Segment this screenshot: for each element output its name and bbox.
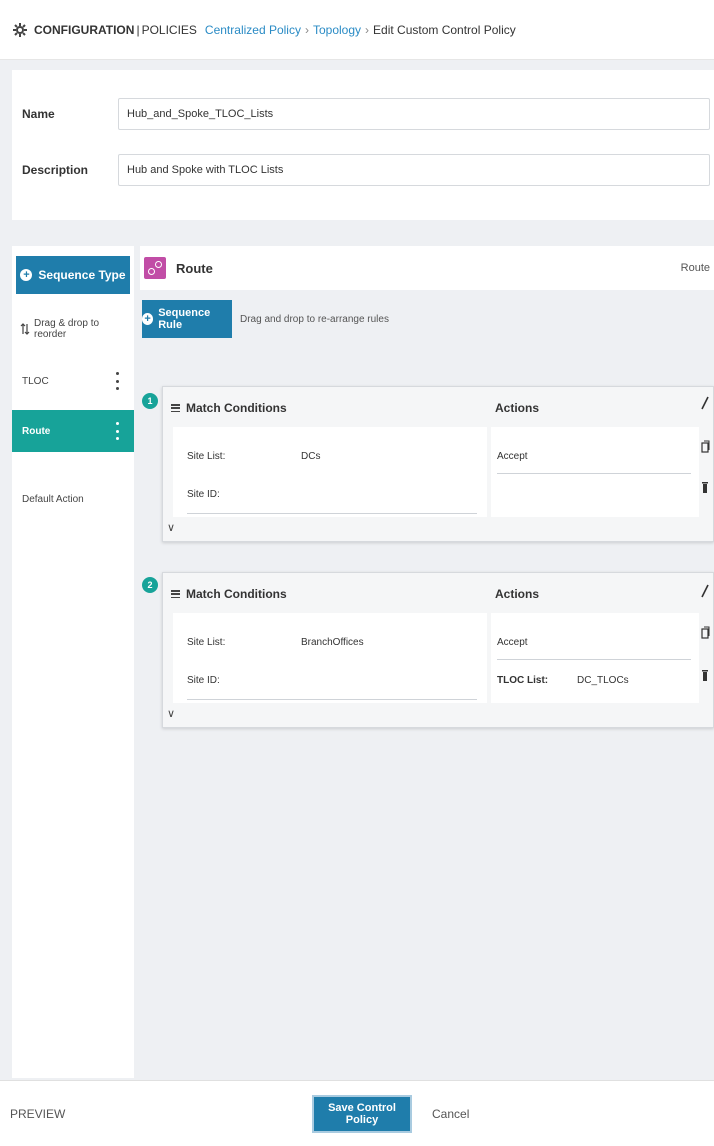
name-row: Name Hub_and_Spoke_TLOC_Lists xyxy=(22,98,710,130)
tloc-list-label: TLOC List: xyxy=(497,675,549,686)
breadcrumb-centralized-policy[interactable]: Centralized Policy xyxy=(205,23,301,37)
actions-header: Actions xyxy=(495,587,540,601)
tloc-list-value: DC_TLOCs xyxy=(577,675,629,686)
breadcrumb-current: Edit Custom Control Policy xyxy=(373,22,516,37)
description-label: Description xyxy=(22,163,89,177)
section-title: CONFIGURATION xyxy=(34,22,135,37)
route-header: Route Route xyxy=(140,246,714,290)
site-list-label: Site List: xyxy=(187,451,226,462)
description-input[interactable]: Hub and Spoke with TLOC Lists xyxy=(118,154,710,186)
route-title: Route xyxy=(176,260,213,276)
reorder-arrows-icon xyxy=(20,323,30,335)
sidebar-item-label: TLOC xyxy=(22,375,49,387)
site-list-value: BranchOffices xyxy=(301,637,364,648)
plus-icon: + xyxy=(20,269,33,281)
sidebar-item-default-action[interactable]: Default Action xyxy=(12,478,134,520)
delete-icon[interactable] xyxy=(700,668,710,682)
match-conditions-box: Site List: DCs Site ID: xyxy=(173,427,487,517)
route-icon xyxy=(144,257,166,279)
kebab-menu-icon[interactable] xyxy=(116,422,120,440)
action-underline xyxy=(497,473,691,474)
policy-form: Name Hub_and_Spoke_TLOC_Lists Descriptio… xyxy=(12,70,714,220)
drag-hint-text: Drag & drop to reorder xyxy=(34,318,100,340)
match-conditions-title: Match Conditions xyxy=(186,587,287,601)
rule-number-badge: 2 xyxy=(142,577,158,593)
delete-icon[interactable] xyxy=(700,480,710,494)
sequence-type-button[interactable]: + Sequence Type xyxy=(16,256,130,294)
name-label: Name xyxy=(22,107,55,121)
sequence-sidebar: + Sequence Type Drag & drop to reorder T… xyxy=(12,246,134,1078)
breadcrumb-chevron: › xyxy=(365,22,370,37)
actions-header: Actions xyxy=(495,401,540,415)
footer-bar: PREVIEW Save Control Policy Cancel xyxy=(0,1080,714,1146)
drag-handle-icon[interactable] xyxy=(171,590,180,598)
action-value: Accept xyxy=(497,637,528,648)
sidebar-item-label: Default Action xyxy=(22,493,84,505)
site-id-underline xyxy=(187,699,477,700)
match-conditions-box: Site List: BranchOffices Site ID: xyxy=(173,613,487,703)
rule-number-badge: 1 xyxy=(142,393,158,409)
cancel-button[interactable]: Cancel xyxy=(432,1107,469,1121)
copy-icon[interactable] xyxy=(700,440,710,454)
rule-2-tools xyxy=(700,584,710,684)
site-id-label: Site ID: xyxy=(187,489,220,500)
kebab-menu-icon[interactable] xyxy=(116,372,120,390)
chevron-down-icon[interactable]: ∨ xyxy=(167,707,175,720)
sidebar-item-route[interactable]: Route xyxy=(12,410,134,452)
drag-hint: Drag & drop to reorder xyxy=(20,318,134,340)
site-list-label: Site List: xyxy=(187,637,226,648)
sequence-rule-label: Sequence Rule xyxy=(158,307,211,331)
site-id-label: Site ID: xyxy=(187,675,220,686)
action-value: Accept xyxy=(497,451,528,462)
match-conditions-header: Match Conditions xyxy=(171,401,287,415)
site-id-underline xyxy=(187,513,477,514)
drag-handle-icon[interactable] xyxy=(171,404,180,412)
breadcrumb-topology[interactable]: Topology xyxy=(313,23,361,37)
rule-card-2[interactable]: Match Conditions Actions Site List: Bran… xyxy=(162,572,714,728)
sidebar-item-label: Route xyxy=(22,425,51,437)
edit-icon[interactable] xyxy=(700,396,710,410)
description-row: Description Hub and Spoke with TLOC List… xyxy=(22,154,710,186)
sidebar-item-tloc[interactable]: TLOC xyxy=(12,360,134,402)
name-input[interactable]: Hub_and_Spoke_TLOC_Lists xyxy=(118,98,710,130)
top-bar: CONFIGURATION | POLICIES Centralized Pol… xyxy=(0,0,714,60)
sequence-type-label: Sequence Type xyxy=(38,268,126,282)
rule-card-1[interactable]: Match Conditions Actions Site List: DCs … xyxy=(162,386,714,542)
preview-link[interactable]: PREVIEW xyxy=(10,1107,65,1121)
action-underline xyxy=(497,659,691,660)
title-separator: | xyxy=(136,22,140,37)
chevron-down-icon[interactable]: ∨ xyxy=(167,521,175,534)
save-control-policy-button[interactable]: Save Control Policy xyxy=(312,1095,412,1133)
sequence-rule-button[interactable]: + Sequence Rule xyxy=(142,300,232,338)
match-conditions-title: Match Conditions xyxy=(186,401,287,415)
actions-box: Accept xyxy=(491,427,699,517)
copy-icon[interactable] xyxy=(700,626,710,640)
sequence-rule-hint: Drag and drop to re-arrange rules xyxy=(240,314,389,325)
actions-box: Accept TLOC List: DC_TLOCs xyxy=(491,613,699,703)
site-list-value: DCs xyxy=(301,451,321,462)
match-conditions-header: Match Conditions xyxy=(171,587,287,601)
subsection-title: POLICIES xyxy=(141,22,197,37)
breadcrumb-chevron: › xyxy=(304,22,309,37)
plus-icon: + xyxy=(142,313,154,325)
route-type-label: Route xyxy=(680,262,710,274)
rule-1-tools xyxy=(700,396,710,496)
edit-icon[interactable] xyxy=(700,584,710,598)
gear-icon xyxy=(12,22,28,38)
